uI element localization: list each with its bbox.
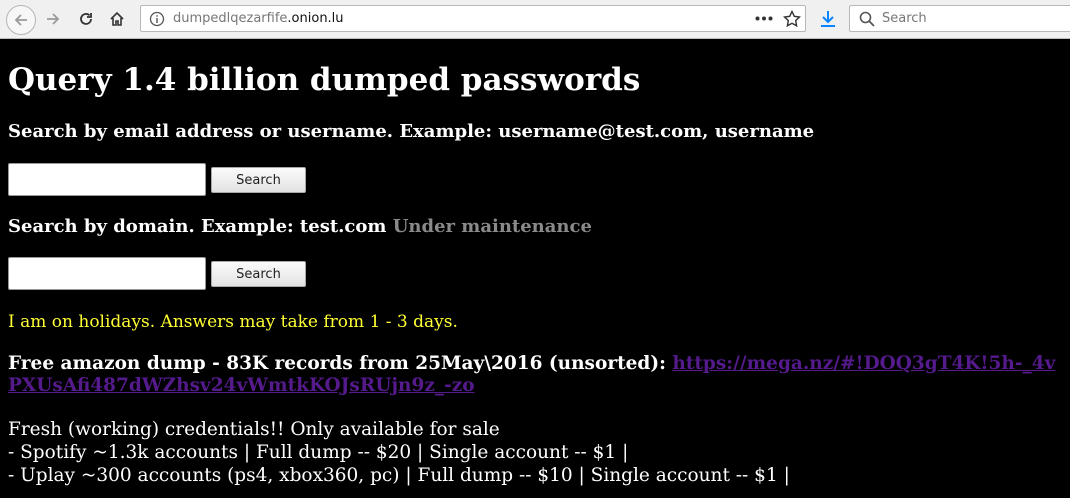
page-title: Query 1.4 billion dumped passwords (8, 62, 641, 98)
reload-icon (80, 13, 92, 25)
address-bar[interactable]: dumpedlqezarfife.onion.lu (140, 5, 806, 32)
arrow-left-icon (14, 14, 27, 26)
back-button[interactable] (6, 5, 36, 35)
home-button[interactable] (104, 6, 130, 32)
url-text: dumpedlqezarfife.onion.lu (173, 11, 344, 26)
search-bar[interactable]: Search (849, 5, 1070, 32)
search-domain-label: Search by domain. Example: test.com (8, 216, 387, 237)
amazon-dump-text: Free amazon dump - 83K records from 25Ma… (8, 353, 1066, 397)
browser-toolbar: dumpedlqezarfife.onion.lu Search (0, 0, 1070, 39)
downloads-button[interactable] (815, 6, 841, 32)
holiday-notice: I am on holidays. Answers may take from … (8, 312, 458, 332)
fresh-credentials: Fresh (working) credentials!! Only avail… (8, 418, 790, 487)
info-icon (149, 11, 165, 27)
maintenance-notice: Under maintenance (392, 216, 592, 237)
download-icon (821, 11, 835, 27)
search-icon (859, 11, 875, 27)
fresh-line-uplay: - Uplay ~300 accounts (ps4, xbox360, pc)… (8, 465, 790, 486)
fresh-line-spotify: - Spotify ~1.3k accounts | Full dump -- … (8, 442, 629, 463)
arrow-right-icon (47, 13, 60, 25)
search-placeholder: Search (882, 11, 927, 26)
search-domain-label-row: Search by domain. Example: test.com Unde… (8, 216, 592, 237)
search-user-button[interactable]: Search (211, 167, 306, 193)
search-domain-input[interactable] (8, 257, 206, 290)
amazon-dump-label: Free amazon dump - 83K records from 25Ma… (8, 353, 666, 374)
forward-button[interactable] (40, 6, 66, 32)
fresh-title: Fresh (working) credentials!! Only avail… (8, 419, 500, 440)
reload-button[interactable] (73, 6, 99, 32)
search-user-input[interactable] (8, 163, 206, 196)
search-user-label: Search by email address or username. Exa… (8, 121, 815, 142)
search-domain-button[interactable]: Search (211, 261, 306, 287)
bookmark-star-icon[interactable] (783, 10, 801, 28)
home-icon (110, 11, 124, 26)
page-actions-icon[interactable] (755, 16, 773, 21)
